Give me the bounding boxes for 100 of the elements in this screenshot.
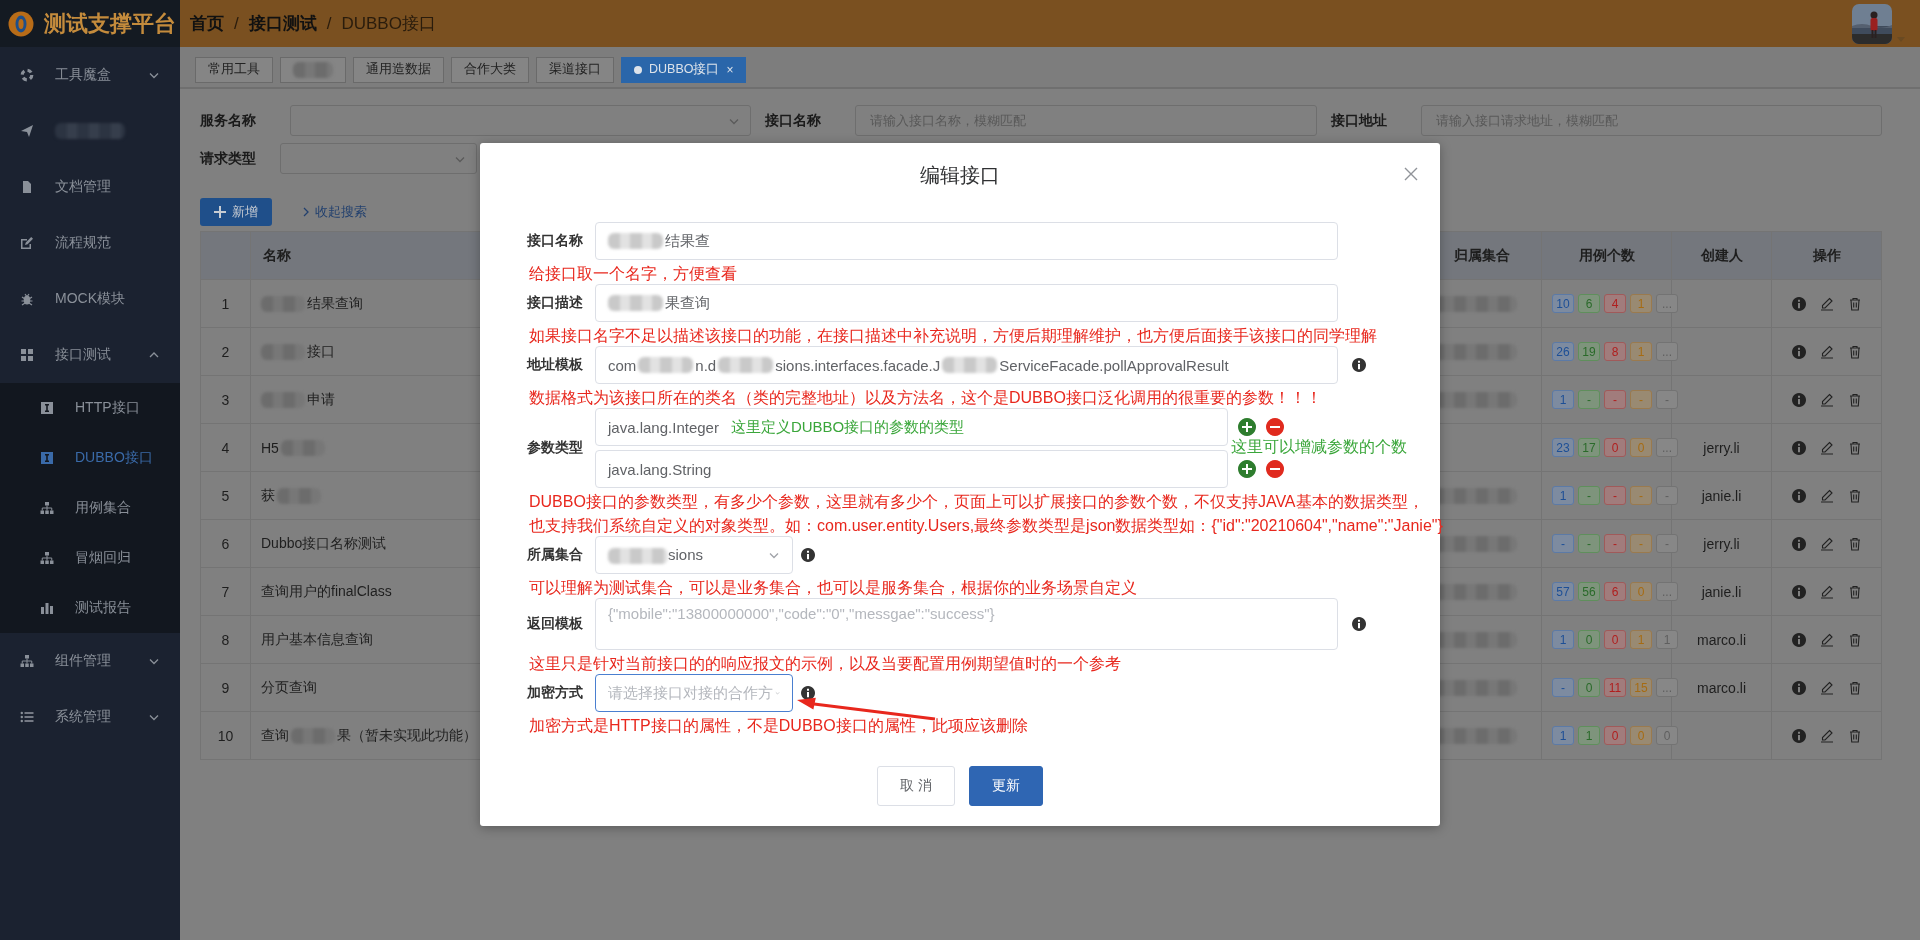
info-icon[interactable] [1791, 728, 1806, 743]
field-label: 接口描述 [527, 294, 584, 312]
count-badge: 6 [1578, 294, 1600, 313]
select-field[interactable] [280, 143, 477, 174]
select-field[interactable]: sions [595, 536, 793, 574]
count-badge: 1 [1578, 726, 1600, 745]
info-icon[interactable] [1791, 680, 1806, 695]
input-field[interactable]: java.lang.String [595, 450, 1228, 488]
close-icon[interactable] [1404, 167, 1418, 181]
annotation-text: 这里可以增减参数的个数 [1231, 437, 1407, 457]
count-badge: 11 [1604, 678, 1626, 697]
input-field[interactable]: java.lang.Integer 这里定义DUBBO接口的参数的类型 [595, 408, 1228, 446]
tab[interactable]: DUBBO接口 × [621, 56, 747, 83]
menu-item[interactable]: MOCK模块 [0, 271, 180, 327]
annotation-text: 加密方式是HTTP接口的属性，不是DUBBO接口的属性，此项应该删除 [529, 716, 1029, 736]
dialog-title: 编辑接口 [920, 163, 1000, 187]
info-icon[interactable] [1791, 488, 1806, 503]
collapse-link[interactable]: 收起搜索 [300, 203, 367, 221]
tab[interactable]: 常用工具 [195, 56, 273, 83]
count-badge: 1 [1630, 294, 1652, 313]
pencil-icon[interactable] [1819, 632, 1834, 647]
info-icon[interactable] [1791, 296, 1806, 311]
count-badge: 1 [1552, 390, 1574, 409]
column-header: 用例个数 [1542, 232, 1672, 280]
count-badge: - [1578, 486, 1600, 505]
tab[interactable]: 通用造数据 [353, 56, 444, 83]
table-cell: 2 [201, 328, 251, 376]
count-badge: ... [1656, 438, 1678, 457]
menu-item[interactable]: 流程规范 [0, 215, 180, 271]
input-field[interactable]: 果查询 [595, 284, 1338, 322]
menu-item[interactable]: DUBBO接口 [0, 433, 180, 483]
trash-icon[interactable] [1847, 728, 1862, 743]
info-icon[interactable] [1791, 440, 1806, 455]
info-icon[interactable] [1791, 584, 1806, 599]
add-button[interactable]: 新增 [200, 198, 272, 226]
remove-icon[interactable] [1266, 418, 1284, 436]
menu-item[interactable]: 工具魔盒 [0, 47, 180, 103]
pencil-icon[interactable] [1819, 392, 1834, 407]
app-title: 测试支撑平台 [44, 9, 176, 38]
sitemap-icon [40, 551, 54, 565]
info-icon[interactable] [1791, 536, 1806, 551]
trash-icon[interactable] [1847, 584, 1862, 599]
add-icon[interactable] [1238, 460, 1256, 478]
count-badge: - [1630, 390, 1652, 409]
pencil-icon[interactable] [1819, 728, 1834, 743]
pencil-icon[interactable] [1819, 536, 1834, 551]
count-badge: ... [1656, 678, 1678, 697]
trash-icon[interactable] [1847, 392, 1862, 407]
pencil-icon[interactable] [1819, 680, 1834, 695]
count-badge: 8 [1604, 342, 1626, 361]
input-field[interactable]: 结果查 [595, 222, 1338, 260]
menu-item[interactable]: 接口测试 [0, 327, 180, 383]
field-label: 参数类型 [527, 439, 584, 457]
breadcrumb-link[interactable]: 接口测试 [248, 12, 317, 35]
info-icon[interactable] [1791, 392, 1806, 407]
trash-icon[interactable] [1847, 296, 1862, 311]
add-icon[interactable] [1238, 418, 1256, 436]
input-field[interactable]: com n.d sions.interfaces.facade.J ServiceFacade.pollApprovalResult [595, 346, 1338, 384]
pencil-icon[interactable] [1819, 440, 1834, 455]
menu-item[interactable]: 冒烟回归 [0, 533, 180, 583]
menu-item[interactable]: 文档管理 [0, 159, 180, 215]
menu-item[interactable]: 测试报告 [0, 583, 180, 633]
menu-item[interactable]: 系统管理 [0, 689, 180, 745]
remove-icon[interactable] [1266, 460, 1284, 478]
count-badge: 17 [1578, 438, 1600, 457]
logo-icon [8, 10, 34, 37]
trash-icon[interactable] [1847, 488, 1862, 503]
select-field[interactable] [290, 105, 752, 136]
menu-item[interactable]: HTTP接口 [0, 383, 180, 433]
trash-icon[interactable] [1847, 344, 1862, 359]
menu-item[interactable]: 组件管理 [0, 633, 180, 689]
info-icon[interactable] [1791, 632, 1806, 647]
count-badge: 1 [1630, 342, 1652, 361]
table-cell: marco.li [1672, 616, 1772, 664]
blur-mark [718, 357, 774, 373]
tab[interactable]: 合作大类 [451, 56, 529, 83]
table-cell: jerry.li [1672, 424, 1772, 472]
trash-icon[interactable] [1847, 680, 1862, 695]
trash-icon[interactable] [1847, 632, 1862, 647]
pencil-icon[interactable] [1819, 488, 1834, 503]
count-badge: 10 [1552, 294, 1574, 313]
info-icon[interactable] [1791, 344, 1806, 359]
breadcrumb-link[interactable]: 首页 [190, 12, 224, 35]
table-cell: janie.li [1672, 568, 1772, 616]
annotation-text: DUBBO接口的参数类型，有多少个参数，这里就有多少个，页面上可以扩展接口的参数个数，不仅支持JAVA基本的数据类型， [529, 492, 1425, 512]
breadcrumb-separator: / [234, 13, 239, 34]
tab[interactable]: 渠道接口 [536, 56, 614, 83]
pencil-icon[interactable] [1819, 584, 1834, 599]
trash-icon[interactable] [1847, 536, 1862, 551]
trash-icon[interactable] [1847, 440, 1862, 455]
pencil-icon[interactable] [1819, 344, 1834, 359]
count-badge: 19 [1578, 342, 1600, 361]
cancel-button[interactable]: 取 消 [877, 766, 955, 806]
menu-item[interactable]: 用例集合 [0, 483, 180, 533]
count-badge: 1 [1630, 630, 1652, 649]
update-button[interactable]: 更新 [968, 766, 1043, 806]
count-badge: - [1604, 534, 1626, 553]
close-icon[interactable]: × [726, 62, 734, 77]
pencil-icon[interactable] [1819, 296, 1834, 311]
breadcrumb-current: DUBBO接口 [341, 13, 436, 35]
